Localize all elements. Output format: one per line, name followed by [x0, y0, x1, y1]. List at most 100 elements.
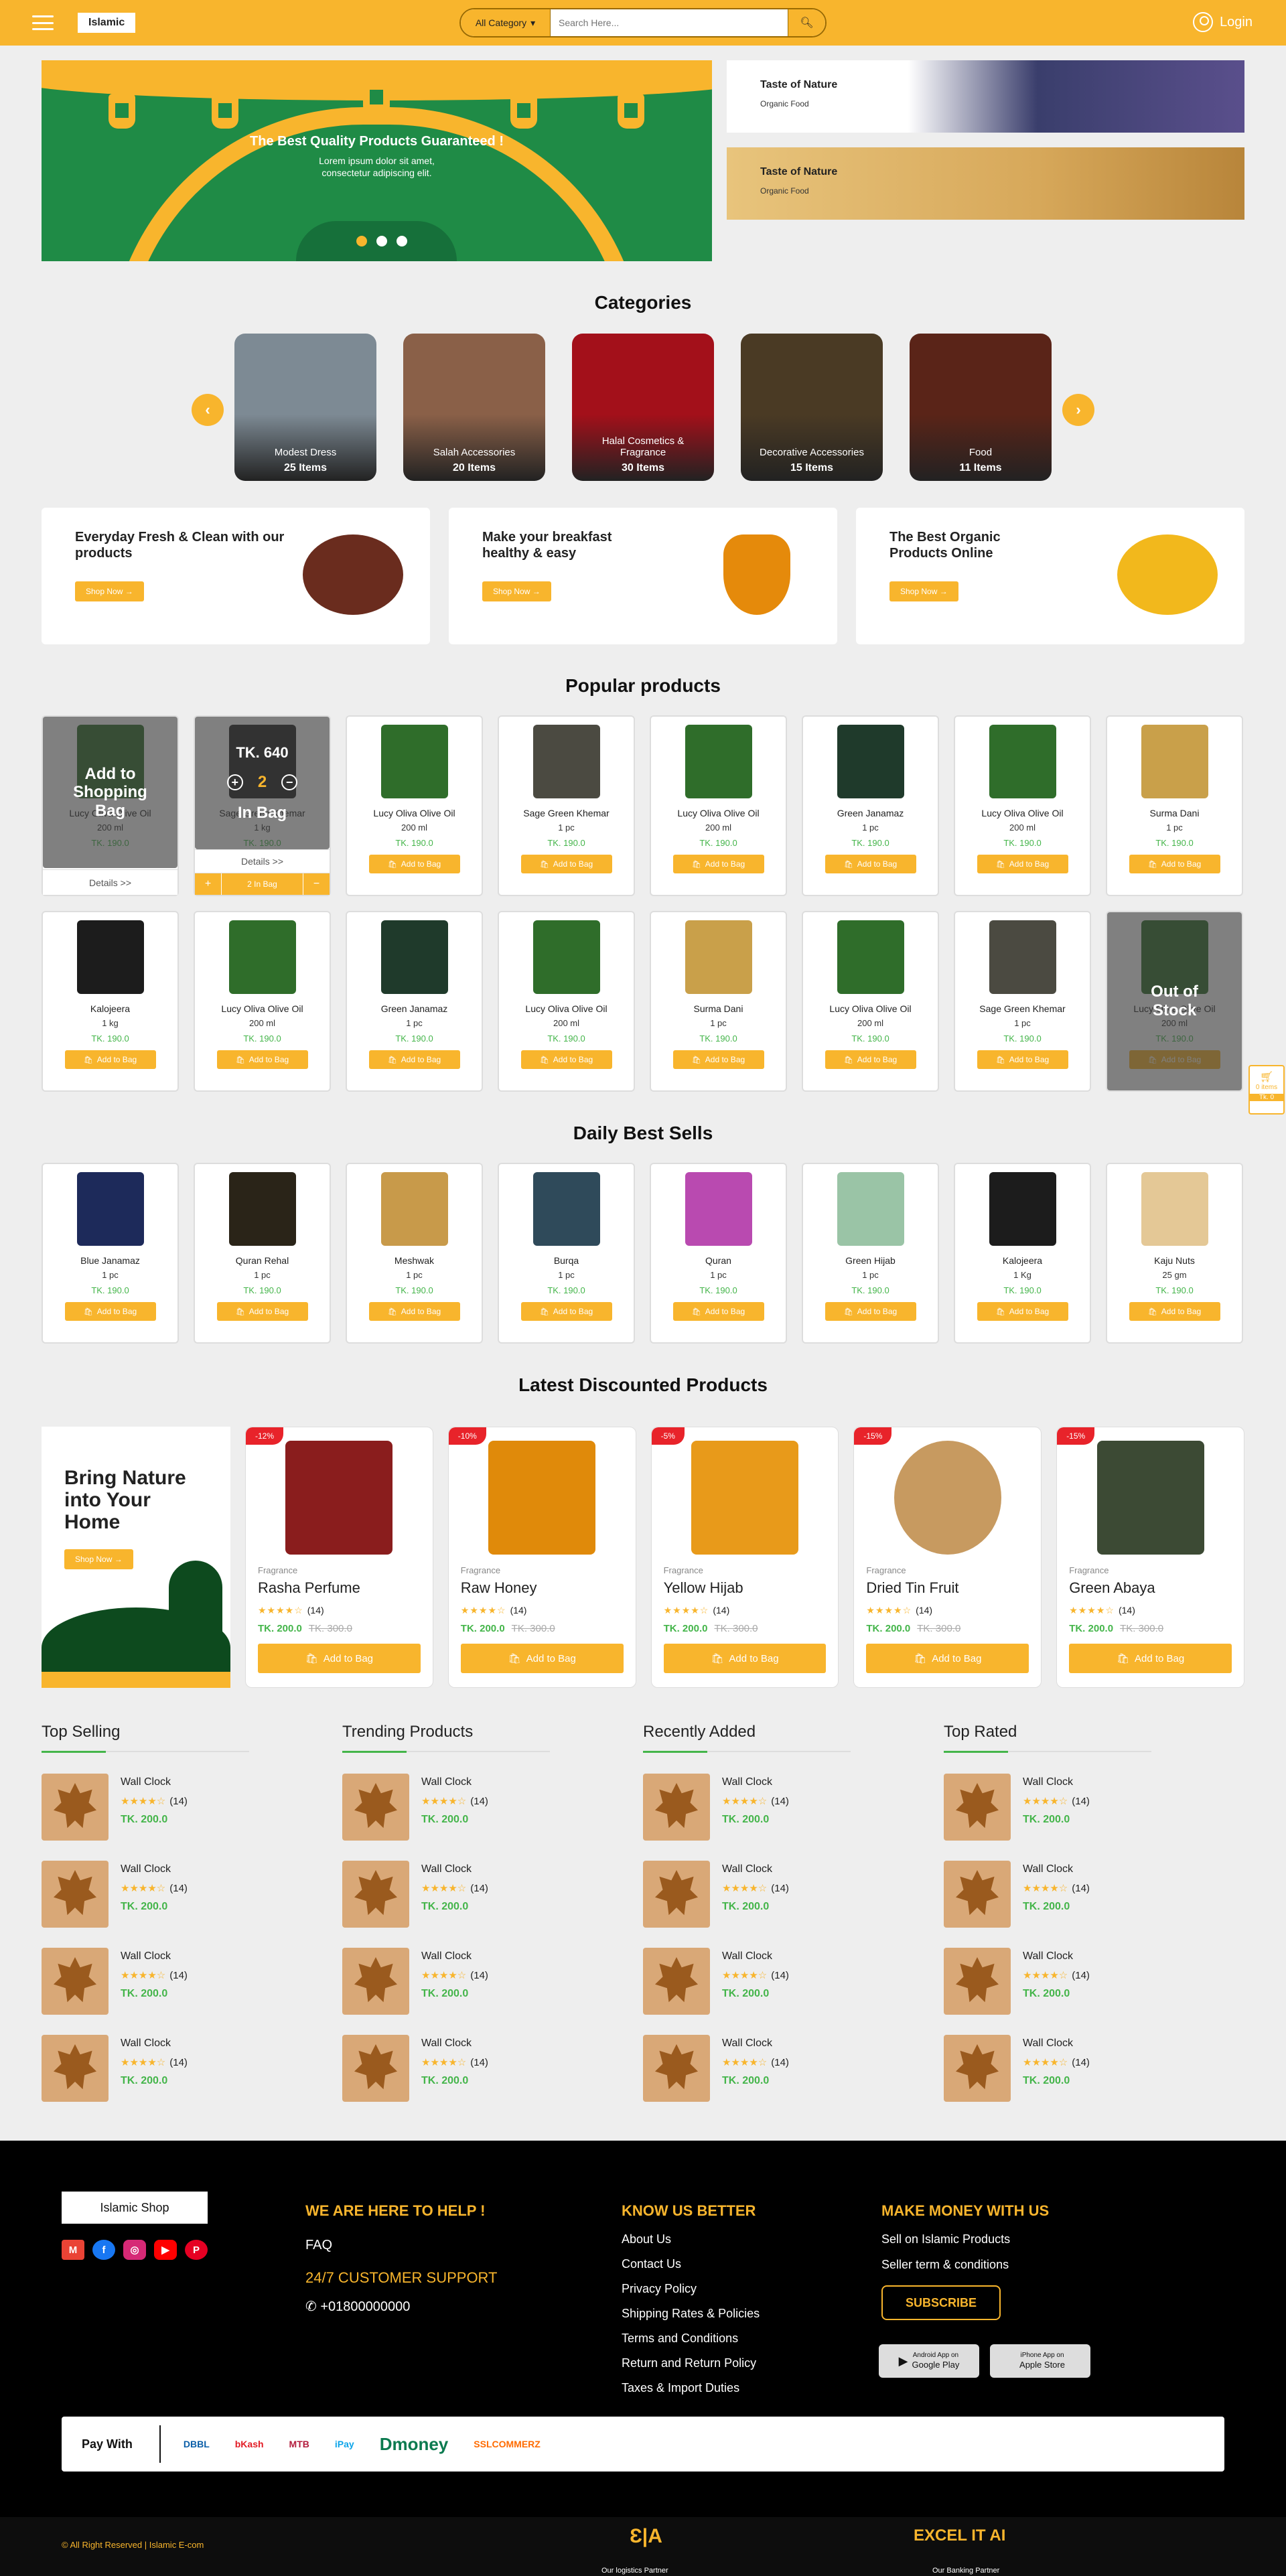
- add-to-bag-button[interactable]: 🛍︎Add to Bag: [520, 1050, 612, 1069]
- subscribe-button[interactable]: SUBSCRIBE: [881, 2285, 1001, 2320]
- product-card[interactable]: Kalojeera 1 Kg TK. 190.0 🛍︎ Add to Bag: [954, 1163, 1091, 1344]
- add-to-bag-button[interactable]: 🛍︎Add to Bag: [672, 855, 764, 873]
- footer-link[interactable]: Contact Us: [622, 2258, 681, 2270]
- sell-link[interactable]: Sell on Islamic Products: [881, 2233, 1010, 2245]
- product-card[interactable]: Surma Dani 1 pc TK. 190.0 🛍︎ Add to Bag: [1106, 715, 1243, 896]
- add-to-bag-button[interactable]: 🛍︎Add to Bag: [1069, 1644, 1232, 1673]
- product-card[interactable]: Sage Green Khemar 1 pc TK. 190.0 🛍︎ Add to B…: [954, 911, 1091, 1092]
- list-item[interactable]: Wall Clock ★★★★☆ (14) TK. 200.0: [643, 1948, 944, 2015]
- product-card[interactable]: Lucy Oliva Olive Oil200 mlTK. 190.0🛍︎Add…: [194, 911, 331, 1092]
- carousel-dot[interactable]: [397, 236, 407, 246]
- details-button[interactable]: Details >>: [195, 849, 330, 873]
- add-to-bag-button[interactable]: 🛍︎Add to Bag: [64, 1302, 156, 1321]
- search-button[interactable]: 🔍︎: [788, 9, 825, 36]
- discount-card[interactable]: -15% Fragrance Green Abaya ★★★★☆ (14) TK. 200…: [1056, 1427, 1244, 1688]
- add-to-bag-button[interactable]: 🛍︎Add to Bag: [216, 1050, 308, 1069]
- instagram-icon[interactable]: ◎: [123, 2240, 146, 2260]
- quantity-stepper[interactable]: +2−: [226, 773, 298, 792]
- list-item[interactable]: Wall Clock ★★★★☆ (14) TK. 200.0: [342, 1861, 643, 1928]
- add-to-bag-button[interactable]: 🛍︎Add to Bag: [825, 855, 916, 873]
- add-to-bag-button[interactable]: 🛍︎Add to Bag: [1129, 1302, 1220, 1321]
- pinterest-icon[interactable]: P: [185, 2240, 208, 2260]
- add-to-bag-button[interactable]: 🛍︎Add to Bag: [663, 1644, 827, 1673]
- add-to-bag-button[interactable]: 🛍︎Add to Bag: [460, 1644, 624, 1673]
- list-item[interactable]: Wall Clock ★★★★☆ (14) TK. 200.0: [944, 1774, 1244, 1841]
- list-item[interactable]: Wall Clock ★★★★☆ (14) TK. 200.0: [42, 2035, 342, 2102]
- add-to-bag-button[interactable]: 🛍︎Add to Bag: [258, 1644, 421, 1673]
- add-to-bag-button[interactable]: 🛍︎Add to Bag: [672, 1302, 764, 1321]
- menu-icon[interactable]: [32, 15, 54, 30]
- list-item[interactable]: Wall Clock ★★★★☆ (14) TK. 200.0: [944, 1861, 1244, 1928]
- product-card[interactable]: Green Hijab 1 pc TK. 190.0 🛍︎ Add to Bag: [802, 1163, 939, 1344]
- prev-arrow-icon[interactable]: ‹: [192, 394, 224, 426]
- list-item[interactable]: Wall Clock ★★★★☆ (14) TK. 200.0: [42, 1948, 342, 2015]
- shop-now-button[interactable]: Shop Now →: [64, 1549, 133, 1569]
- youtube-icon[interactable]: ▶: [154, 2240, 177, 2260]
- google-play-button[interactable]: ▶ Android App on Google Play: [879, 2344, 979, 2378]
- list-item[interactable]: Wall Clock ★★★★☆ (14) TK. 200.0: [643, 2035, 944, 2102]
- next-arrow-icon[interactable]: ›: [1062, 394, 1094, 426]
- product-card[interactable]: Surma Dani 1 pc TK. 190.0 🛍︎ Add to Bag: [650, 911, 787, 1092]
- product-card[interactable]: Green Janamaz 1 pc TK. 190.0 🛍︎ Add to Bag: [346, 911, 483, 1092]
- product-card[interactable]: Quran Rehal 1 pc TK. 190.0 🛍︎ Add to Bag: [194, 1163, 331, 1344]
- footer-link[interactable]: Return and Return Policy: [622, 2357, 756, 2369]
- list-item[interactable]: Wall Clock ★★★★☆ (14) TK. 200.0: [42, 1861, 342, 1928]
- product-card[interactable]: Lucy Oliva Olive Oil200 mlTK. 190.0🛍︎Add…: [650, 715, 787, 896]
- product-card[interactable]: Lucy Oliva Olive Oil200 mlTK. 190.0🛍︎Add…: [498, 911, 635, 1092]
- plus-button[interactable]: +: [195, 873, 222, 895]
- gmail-icon[interactable]: M: [62, 2240, 84, 2260]
- product-card[interactable]: Sage Green Khemar 1 pc TK. 190.0 🛍︎ Add to B…: [498, 715, 635, 896]
- side-banner[interactable]: Taste of Nature Organic Food: [727, 147, 1244, 220]
- shop-now-button[interactable]: Shop Now →: [482, 581, 551, 601]
- shop-now-button[interactable]: Shop Now →: [75, 581, 144, 601]
- category-card[interactable]: Decorative Accessories 15 Items: [741, 334, 883, 481]
- phone-number[interactable]: ✆ +01800000000: [305, 2300, 410, 2313]
- category-card[interactable]: Modest Dress 25 Items: [234, 334, 376, 481]
- add-to-bag-button[interactable]: 🛍︎Add to Bag: [64, 1050, 156, 1069]
- in-bag-button[interactable]: 2 In Bag: [222, 873, 303, 895]
- product-card[interactable]: Blue Janamaz 1 pc TK. 190.0 🛍︎ Add to Bag: [42, 1163, 179, 1344]
- product-card[interactable]: Quran 1 pc TK. 190.0 🛍︎ Add to Bag: [650, 1163, 787, 1344]
- floating-cart[interactable]: 🛒︎ 0 items Tk. 0: [1248, 1065, 1285, 1115]
- footer-link[interactable]: Terms and Conditions: [622, 2332, 738, 2344]
- details-button[interactable]: Details >>: [43, 869, 177, 895]
- plus-circle-icon[interactable]: +: [226, 774, 243, 790]
- footer-brand[interactable]: Islamic Shop: [62, 2192, 208, 2224]
- product-card[interactable]: Green Janamaz 1 pc TK. 190.0 🛍︎ Add to Bag: [802, 715, 939, 896]
- apple-store-button[interactable]: iPhone App on Apple Store: [990, 2344, 1090, 2378]
- carousel-dot[interactable]: [356, 236, 367, 246]
- list-item[interactable]: Wall Clock ★★★★☆ (14) TK. 200.0: [944, 1948, 1244, 2015]
- minus-button[interactable]: −: [303, 873, 330, 895]
- footer-link[interactable]: Taxes & Import Duties: [622, 2382, 739, 2394]
- minus-circle-icon[interactable]: −: [281, 774, 298, 790]
- add-to-bag-button[interactable]: 🛍︎Add to Bag: [866, 1644, 1029, 1673]
- add-to-bag-button[interactable]: 🛍︎Add to Bag: [672, 1050, 764, 1069]
- shop-now-button[interactable]: Shop Now →: [889, 581, 958, 601]
- list-item[interactable]: Wall Clock ★★★★☆ (14) TK. 200.0: [342, 1774, 643, 1841]
- add-to-bag-button[interactable]: 🛍︎Add to Bag: [520, 855, 612, 873]
- faq-link[interactable]: FAQ: [305, 2238, 332, 2252]
- list-item[interactable]: Wall Clock ★★★★☆ (14) TK. 200.0: [342, 2035, 643, 2102]
- add-to-bag-button[interactable]: 🛍︎Add to Bag: [216, 1302, 308, 1321]
- product-card[interactable]: Meshwak 1 pc TK. 190.0 🛍︎ Add to Bag: [346, 1163, 483, 1344]
- category-card[interactable]: Food 11 Items: [910, 334, 1052, 481]
- add-to-bag-button[interactable]: 🛍︎Add to Bag: [977, 1302, 1068, 1321]
- add-to-bag-button[interactable]: 🛍︎Add to Bag: [977, 1050, 1068, 1069]
- product-card[interactable]: Sage Green Khemar1 kgTK. 190.0TK. 640+2−…: [194, 715, 331, 896]
- product-card[interactable]: Lucy Oliva Olive Oil200 mlTK. 190.0Add t…: [42, 715, 179, 896]
- carousel-dot[interactable]: [376, 236, 387, 246]
- list-item[interactable]: Wall Clock ★★★★☆ (14) TK. 200.0: [643, 1774, 944, 1841]
- add-to-bag-button[interactable]: 🛍︎Add to Bag: [825, 1050, 916, 1069]
- facebook-icon[interactable]: f: [92, 2240, 115, 2260]
- product-card[interactable]: Lucy Oliva Olive Oil200 mlTK. 190.0🛍︎Add…: [1106, 911, 1243, 1092]
- category-card[interactable]: Salah Accessories 20 Items: [403, 334, 545, 481]
- footer-link[interactable]: Privacy Policy: [622, 2283, 697, 2295]
- add-to-bag-button[interactable]: 🛍︎Add to Bag: [368, 1050, 460, 1069]
- add-to-bag-button[interactable]: 🛍︎Add to Bag: [977, 855, 1068, 873]
- product-card[interactable]: Kalojeera 1 kg TK. 190.0 🛍︎ Add to Bag: [42, 911, 179, 1092]
- footer-link[interactable]: Shipping Rates & Policies: [622, 2307, 760, 2319]
- list-item[interactable]: Wall Clock ★★★★☆ (14) TK. 200.0: [944, 2035, 1244, 2102]
- search-input[interactable]: [551, 9, 788, 36]
- add-to-bag-button[interactable]: 🛍︎Add to Bag: [368, 1302, 460, 1321]
- product-card[interactable]: Burqa 1 pc TK. 190.0 🛍︎ Add to Bag: [498, 1163, 635, 1344]
